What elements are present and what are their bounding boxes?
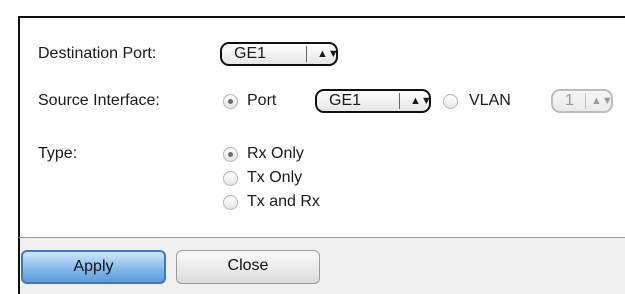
destination-port-value: GE1 xyxy=(234,45,267,62)
source-interface-label: Source Interface: xyxy=(38,92,160,109)
source-port-label: Port xyxy=(247,92,277,109)
type-rx-only-radio[interactable] xyxy=(223,147,238,162)
updown-arrows-icon: ▲▼ xyxy=(410,95,432,107)
destination-port-label: Destination Port: xyxy=(38,45,157,62)
source-vlan-value: 1 xyxy=(565,92,574,109)
apply-button[interactable]: Apply xyxy=(21,250,166,284)
type-tx-only-radio[interactable] xyxy=(223,171,238,186)
source-port-value: GE1 xyxy=(329,92,362,109)
type-tx-and-rx-label: Tx and Rx xyxy=(247,193,320,210)
type-tx-only-label: Tx Only xyxy=(247,169,303,186)
destination-port-select[interactable]: GE1 ▲▼ xyxy=(220,42,339,66)
source-vlan-radio[interactable] xyxy=(443,94,458,109)
source-vlan-label: VLAN xyxy=(469,92,511,109)
source-vlan-select[interactable]: 1 ▲▼ xyxy=(551,89,613,113)
type-tx-and-rx-radio[interactable] xyxy=(223,195,238,210)
updown-arrows-icon: ▲▼ xyxy=(317,48,339,60)
updown-arrows-icon: ▲▼ xyxy=(591,95,613,107)
source-port-radio[interactable] xyxy=(223,94,238,109)
close-button[interactable]: Close xyxy=(176,250,320,284)
type-label: Type: xyxy=(38,145,78,162)
type-rx-only-label: Rx Only xyxy=(247,145,304,162)
source-port-select[interactable]: GE1 ▲▼ xyxy=(315,89,432,113)
